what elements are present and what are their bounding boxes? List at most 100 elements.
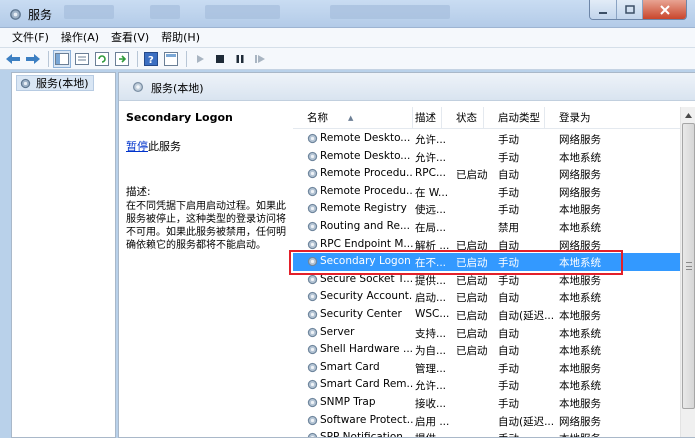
service-row[interactable]: Security Center WSC... 已启动 自动(延迟... 本地服务: [293, 306, 685, 324]
export-list-button[interactable]: [113, 50, 131, 68]
column-header-description[interactable]: 描述: [401, 107, 442, 129]
services-list: 名称 ▲ 描述 状态 启动类型 登录为 Remote Deskto... 允许..…: [293, 107, 685, 437]
service-description-cell: 为自...: [415, 345, 447, 358]
service-row[interactable]: Remote Registry 使远... 手动 本地服务: [293, 200, 685, 218]
service-logon-cell: 本地系统: [559, 327, 601, 340]
console-tree-button[interactable]: [53, 49, 71, 68]
service-gear-icon: [306, 150, 319, 163]
column-header-startup-type[interactable]: 启动类型: [484, 107, 545, 129]
service-logon-cell: 本地系统: [559, 221, 601, 234]
service-row[interactable]: Secondary Logon 在不... 已启动 手动 本地系统: [293, 253, 685, 271]
service-row[interactable]: Remote Procedu... 在 W... 手动 网络服务: [293, 183, 685, 201]
service-description-cell: 允许...: [415, 151, 447, 164]
help-button[interactable]: ?: [142, 50, 160, 68]
service-name-cell: SNMP Trap: [320, 395, 376, 408]
service-row[interactable]: Security Account... 启动... 已启动 自动 本地系统: [293, 288, 685, 306]
pause-service-link[interactable]: 暂停: [126, 140, 148, 153]
service-row[interactable]: Shell Hardware ... 为自... 已启动 自动 本地系统: [293, 341, 685, 359]
column-header-logon-as[interactable]: 登录为: [545, 107, 617, 129]
export-icon: [115, 51, 129, 66]
play-icon: [197, 54, 204, 63]
start-service-button[interactable]: [191, 50, 209, 68]
toolbar: ?: [0, 48, 695, 70]
column-header-status[interactable]: 状态: [442, 107, 484, 129]
menu-view[interactable]: 查看(V): [105, 28, 155, 48]
selected-service-name: Secondary Logon: [126, 111, 233, 124]
service-row[interactable]: Routing and Re... 在局... 禁用 本地系统: [293, 218, 685, 236]
properties-button[interactable]: [73, 50, 91, 68]
services-gear-icon: [132, 81, 144, 93]
service-row[interactable]: Remote Deskto... 允许... 手动 网络服务: [293, 130, 685, 148]
service-row[interactable]: Smart Card 管理... 手动 本地服务: [293, 359, 685, 377]
service-name-cell: RPC Endpoint M...: [320, 237, 413, 250]
forward-button[interactable]: [24, 50, 42, 68]
scroll-up-button[interactable]: [681, 107, 695, 123]
service-name-cell: Remote Procedu...: [320, 184, 413, 197]
service-name-cell: Remote Procedu...: [320, 167, 413, 180]
title-decoration: [330, 5, 450, 19]
vertical-scrollbar[interactable]: [680, 107, 695, 437]
service-description-cell: 允许...: [415, 380, 447, 393]
close-button[interactable]: [642, 0, 686, 19]
toolbar-separator: [186, 50, 187, 67]
service-gear-icon: [306, 202, 319, 215]
service-row[interactable]: Remote Procedu... RPC... 已启动 自动 网络服务: [293, 165, 685, 183]
menu-action[interactable]: 操作(A): [55, 28, 105, 48]
stop-service-button[interactable]: [211, 50, 229, 68]
service-row[interactable]: Software Protect... 启用 ... 自动(延迟... 网络服务: [293, 412, 685, 430]
column-header-name[interactable]: 名称 ▲: [293, 107, 413, 129]
service-gear-icon: [306, 255, 319, 268]
pause-icon: [236, 54, 244, 63]
service-status-cell: 已启动: [456, 309, 488, 322]
service-logon-cell: 本地服务: [559, 431, 625, 437]
service-row[interactable]: Server 支持... 已启动 自动 本地系统: [293, 324, 685, 342]
close-icon: [659, 4, 670, 15]
maximize-button[interactable]: [616, 0, 642, 19]
service-row[interactable]: Secure Socket T... 提供... 已启动 手动 本地服务: [293, 271, 685, 289]
service-startup-cell: 手动: [498, 134, 519, 146]
minimize-icon: [599, 11, 607, 14]
maximize-icon: [624, 4, 635, 14]
list-header: 名称 ▲ 描述 状态 启动类型 登录为: [293, 107, 685, 129]
help-icon: ?: [144, 51, 158, 66]
service-startup-cell: 手动: [498, 186, 519, 199]
service-status-cell: 已启动: [456, 327, 488, 340]
service-name-cell: Server: [320, 325, 355, 338]
service-row[interactable]: SPP Notification ...提供 ... 手动本地服务: [293, 429, 685, 437]
service-gear-icon: [306, 220, 319, 233]
pause-service-button[interactable]: [231, 50, 249, 68]
service-status-cell: 已启动: [456, 274, 488, 287]
service-name-cell: Smart Card: [320, 360, 380, 373]
toolbar-separator: [48, 50, 49, 67]
service-logon-cell: 网络服务: [559, 169, 601, 182]
service-row[interactable]: RPC Endpoint M... 解析 ... 已启动 自动 网络服务: [293, 236, 685, 254]
menu-bar: 文件(F) 操作(A) 查看(V) 帮助(H): [0, 28, 695, 48]
service-row[interactable]: Remote Deskto... 允许... 手动 本地系统: [293, 148, 685, 166]
service-gear-icon: [306, 167, 319, 180]
scroll-thumb[interactable]: [682, 123, 695, 409]
view-button[interactable]: [162, 50, 180, 68]
menu-file[interactable]: 文件(F): [6, 28, 55, 48]
service-status-cell: 已启动: [456, 345, 488, 358]
tree-item-services-local[interactable]: 服务(本地): [16, 75, 94, 91]
restart-service-button[interactable]: [251, 50, 269, 68]
minimize-button[interactable]: [590, 0, 616, 19]
service-name-cell: Smart Card Rem...: [320, 378, 413, 391]
view-icon: [164, 51, 178, 66]
back-arrow-icon: [6, 53, 20, 64]
menu-help[interactable]: 帮助(H): [155, 28, 206, 48]
forward-arrow-icon: [26, 53, 40, 64]
service-gear-icon: [306, 414, 319, 427]
service-gear-icon: [306, 343, 319, 356]
service-gear-icon: [306, 132, 319, 145]
service-row[interactable]: Smart Card Rem... 允许... 手动 本地系统: [293, 376, 685, 394]
service-startup-cell: 手动: [498, 380, 519, 393]
refresh-button[interactable]: [93, 50, 111, 68]
console-tree-icon: [55, 52, 69, 65]
service-row[interactable]: SNMP Trap 接收... 手动 本地服务: [293, 394, 685, 412]
title-decoration: [205, 5, 280, 19]
properties-icon: [75, 52, 89, 65]
service-startup-cell: 自动: [498, 239, 519, 252]
service-gear-icon: [306, 185, 319, 198]
back-button[interactable]: [4, 50, 22, 68]
